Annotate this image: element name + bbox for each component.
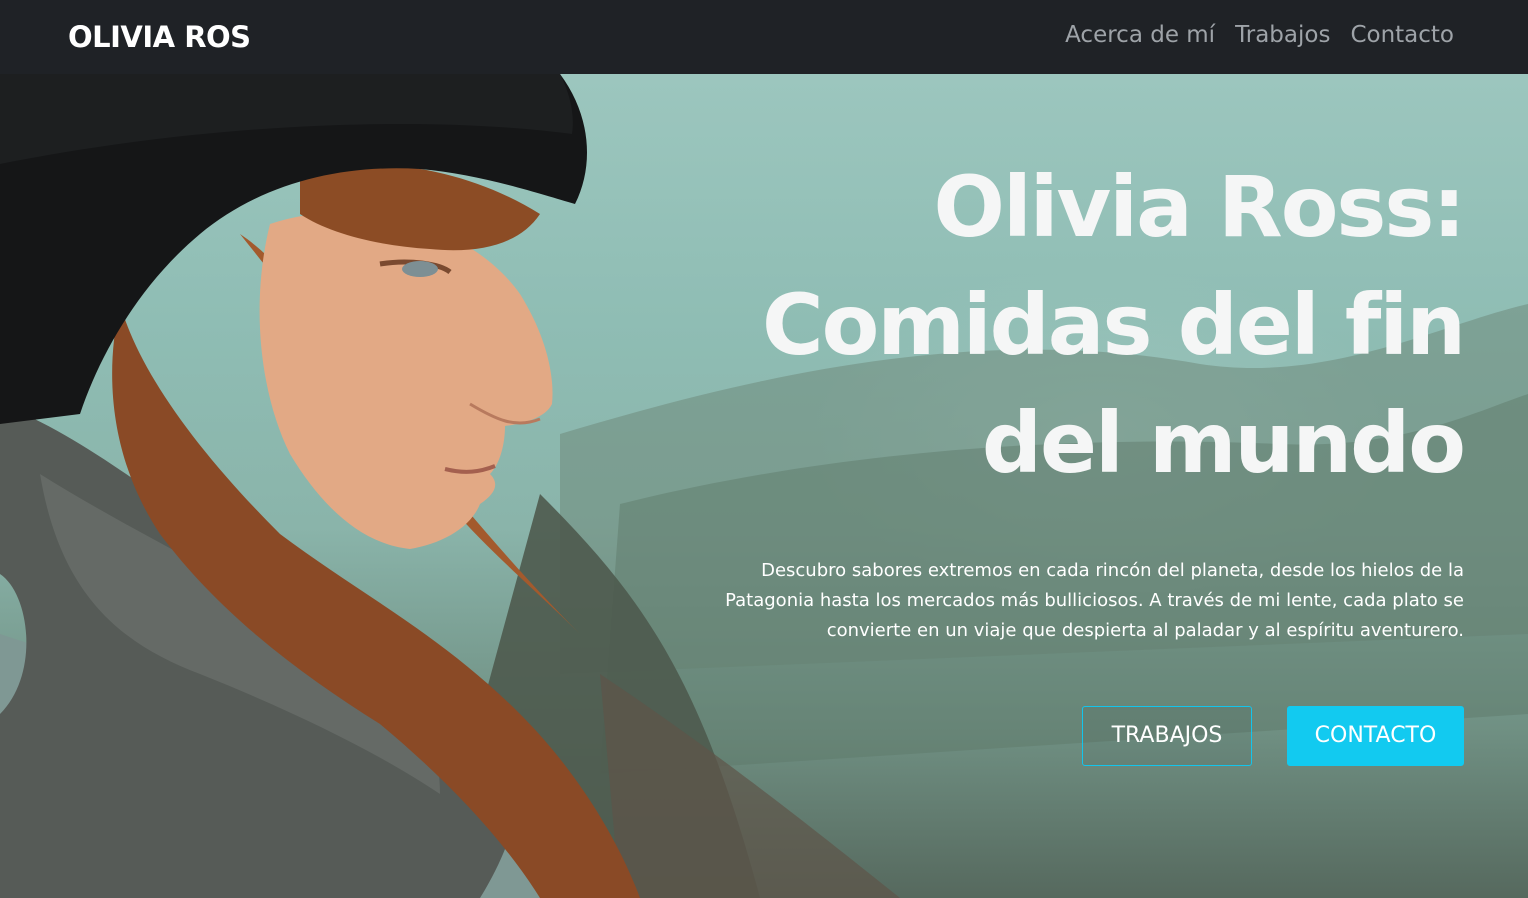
hero-title: Olivia Ross: Comidas del fin del mundo (644, 148, 1466, 502)
nav-link-contact[interactable]: Contacto (1350, 17, 1454, 53)
brand-logo[interactable]: OLIVIA ROS (68, 17, 251, 57)
nav-links: Acerca de mí Trabajos Contacto (1065, 17, 1454, 53)
contact-button[interactable]: CONTACTO (1287, 706, 1464, 766)
hero-title-line-1: Olivia Ross: (933, 158, 1466, 256)
top-navbar: OLIVIA ROS Acerca de mí Trabajos Contact… (0, 0, 1528, 74)
works-button[interactable]: TRABAJOS (1082, 706, 1252, 766)
nav-link-about[interactable]: Acerca de mí (1065, 17, 1215, 53)
hero-section: Olivia Ross: Comidas del fin del mundo D… (0, 74, 1528, 898)
hero-description: Descubro sabores extremos en cada rincón… (725, 560, 1464, 641)
hero-title-line-3: del mundo (981, 394, 1466, 492)
nav-link-works[interactable]: Trabajos (1235, 17, 1330, 53)
hero-title-line-2: Comidas del fin (761, 276, 1466, 374)
